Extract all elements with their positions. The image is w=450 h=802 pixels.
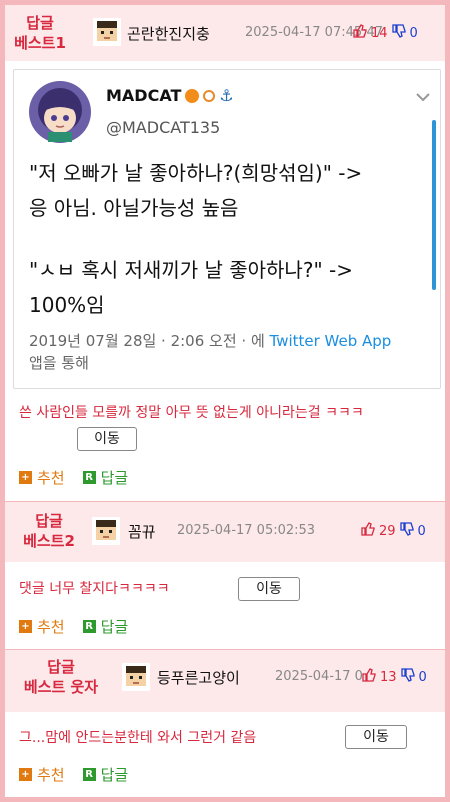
plus-icon: + bbox=[19, 471, 32, 484]
downvote-count: 0 bbox=[418, 669, 427, 685]
comment-body: 쓴 사람인들 모를까 정말 아무 뜻 없는게 아니라는걸 ㅋㅋㅋ bbox=[19, 405, 364, 421]
comment-body: 댓글 너무 찰지다ㅋㅋㅋㅋ bbox=[19, 581, 170, 597]
plus-icon: + bbox=[19, 768, 32, 781]
upvote-count: 14 bbox=[371, 25, 388, 41]
thumbs-up-icon[interactable] bbox=[362, 668, 376, 686]
comment-actions: + 추천 R 답글 bbox=[19, 467, 128, 488]
vote-group: 13 0 bbox=[362, 668, 427, 686]
comment-text: 쓴 사람인들 모를까 정말 아무 뜻 없는게 아니라는걸 ㅋㅋㅋ bbox=[19, 402, 439, 424]
comment-actions: + 추천 R 답글 bbox=[19, 764, 128, 785]
comment-nickname[interactable]: 곤란한진지충 bbox=[127, 23, 210, 44]
comment-list: 답글 베스트1 곤란한진지충 2025-04-17 07:45:47 14 0 bbox=[5, 5, 445, 797]
best-badge: 답글 베스트 웃자 bbox=[5, 657, 117, 697]
embedded-tweet-image: MADCAT ⚓ @MADCAT135 "저 오빠가 날 좋아하나?(희망섞임)… bbox=[13, 69, 441, 389]
tweet-meta-suffix: 앱을 통해 bbox=[29, 354, 89, 372]
reply-label: 답글 bbox=[100, 766, 129, 784]
tweet-name-text: MADCAT bbox=[106, 86, 182, 105]
tweet-scrollbar[interactable] bbox=[432, 120, 436, 290]
badge-line: 답글 bbox=[47, 658, 75, 676]
vote-group: 14 0 bbox=[353, 24, 418, 42]
comment-nickname[interactable]: 꼼뀨 bbox=[128, 521, 156, 542]
comment-actions: + 추천 R 답글 bbox=[19, 616, 128, 637]
tweet-meta-text: 2019년 07월 28일 · 2:06 오전 · 에 bbox=[29, 332, 270, 350]
comment-date: 2025-04-17 05:02:53 bbox=[177, 523, 316, 538]
badge-line: 답글 bbox=[35, 512, 63, 530]
comment-body: 그...맘에 안드는분한테 와서 그런거 같음 bbox=[19, 730, 257, 746]
thumbs-down-icon[interactable] bbox=[399, 522, 414, 540]
tweet-line: 응 아님. 아닐가능성 높음 bbox=[29, 196, 239, 220]
tweet-handle: @MADCAT135 bbox=[106, 118, 221, 137]
recommend-label: 추천 bbox=[37, 469, 65, 487]
best-badge: 답글 베스트1 bbox=[5, 13, 75, 53]
tweet-source-link[interactable]: Twitter Web App bbox=[270, 332, 392, 350]
reply-icon: R bbox=[82, 471, 96, 484]
comment-nickname[interactable]: 등푸른고양이 bbox=[157, 667, 240, 688]
tweet-meta: 2019년 07월 28일 · 2:06 오전 · 에 Twitter Web … bbox=[29, 330, 429, 374]
thumbs-up-icon[interactable] bbox=[361, 522, 375, 540]
lollipop-emoji-icon bbox=[203, 89, 216, 102]
move-button[interactable]: 이동 bbox=[77, 427, 137, 451]
avatar-icon[interactable] bbox=[122, 663, 150, 691]
thumbs-down-icon[interactable] bbox=[400, 668, 415, 686]
tweet-line: "ㅅㅂ 혹시 저새끼가 날 좋아하나?" -> bbox=[29, 258, 353, 282]
badge-line: 베스트 웃자 bbox=[23, 678, 99, 696]
downvote-count: 0 bbox=[417, 523, 426, 539]
recommend-button[interactable]: + 추천 bbox=[19, 467, 65, 488]
tweet-line: 100%임 bbox=[29, 293, 105, 317]
avatar-icon[interactable] bbox=[92, 517, 120, 545]
move-button[interactable]: 이동 bbox=[345, 725, 407, 749]
anchor-emoji-icon: ⚓ bbox=[219, 86, 234, 105]
badge-line: 베스트2 bbox=[23, 532, 75, 550]
thumbs-up-icon[interactable] bbox=[353, 24, 367, 42]
reply-icon: R bbox=[82, 768, 96, 781]
orange-emoji-icon bbox=[185, 88, 200, 103]
thumbs-down-icon[interactable] bbox=[391, 24, 406, 42]
recommend-label: 추천 bbox=[37, 766, 65, 784]
plus-icon: + bbox=[19, 620, 32, 633]
reply-icon: R bbox=[82, 620, 96, 633]
downvote-count: 0 bbox=[409, 25, 418, 41]
reply-label: 답글 bbox=[100, 469, 129, 487]
reply-button[interactable]: R 답글 bbox=[82, 616, 129, 637]
tweet-display-name: MADCAT ⚓ bbox=[106, 86, 234, 105]
chevron-down-icon[interactable] bbox=[416, 92, 430, 102]
recommend-button[interactable]: + 추천 bbox=[19, 764, 65, 785]
reply-button[interactable]: R 답글 bbox=[82, 467, 129, 488]
reply-label: 답글 bbox=[100, 618, 129, 636]
tweet-avatar-icon bbox=[29, 81, 91, 143]
vote-group: 29 0 bbox=[361, 522, 426, 540]
recommend-label: 추천 bbox=[37, 618, 65, 636]
reply-button[interactable]: R 답글 bbox=[82, 764, 129, 785]
upvote-count: 29 bbox=[379, 523, 396, 539]
tweet-line: "저 오빠가 날 좋아하나?(희망섞임)" -> bbox=[29, 161, 363, 185]
avatar-icon[interactable] bbox=[93, 18, 121, 46]
best-badge: 답글 베스트2 bbox=[5, 511, 93, 551]
badge-line: 베스트1 bbox=[14, 34, 66, 52]
move-button[interactable]: 이동 bbox=[238, 577, 300, 601]
badge-line: 답글 bbox=[26, 14, 54, 32]
upvote-count: 13 bbox=[380, 669, 397, 685]
recommend-button[interactable]: + 추천 bbox=[19, 616, 65, 637]
